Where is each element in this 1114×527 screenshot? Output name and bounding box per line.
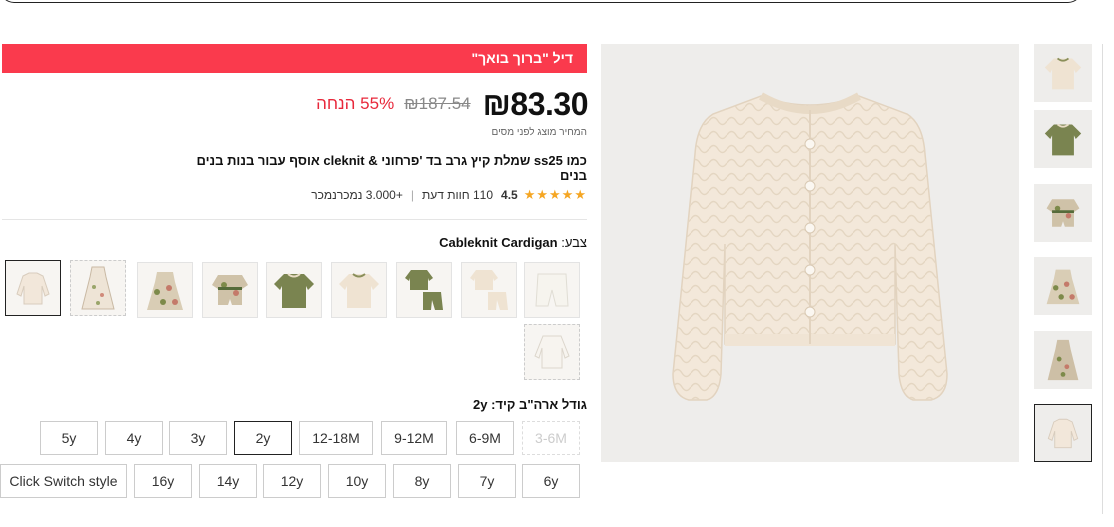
cardigan-icon: [16, 272, 50, 305]
thumb-floral-romper[interactable]: [1034, 184, 1092, 242]
size-option[interactable]: 4y: [105, 421, 163, 455]
romper-icon: [1046, 199, 1080, 227]
size-option[interactable]: 3-6M: [522, 421, 580, 455]
thumb-cardigan[interactable]: [1034, 404, 1092, 462]
divider-line: [2, 219, 587, 220]
top-icon: [274, 273, 314, 308]
thumb-cream-top[interactable]: [1034, 44, 1092, 102]
discount-label: 55% הנחה: [316, 94, 395, 113]
size-option[interactable]: 5y: [40, 421, 98, 455]
current-price: ₪83.30: [482, 85, 589, 122]
shorts-icon: [535, 273, 569, 307]
star-rating-icon: ★★★★★: [523, 187, 587, 202]
floral-dress-icon: [147, 272, 183, 310]
size-option[interactable]: 12y: [263, 464, 321, 498]
swatch-cream-set[interactable]: [461, 262, 517, 318]
header-search-bar: [0, 0, 1082, 3]
swatch-cream-top[interactable]: [331, 262, 387, 318]
romper-icon: [212, 275, 248, 305]
swatch-olive-top[interactable]: [266, 262, 322, 318]
swatch-cardigan[interactable]: [5, 260, 61, 316]
review-count[interactable]: 110 חוות דעת: [422, 188, 493, 202]
rating-score: 4.5: [501, 188, 518, 202]
swatch-cream-cardigan[interactable]: [524, 324, 580, 380]
top-icon: [339, 273, 379, 308]
color-value: Cableknit Cardigan: [439, 235, 558, 250]
top-icon: [1044, 123, 1082, 156]
size-option[interactable]: 10y: [328, 464, 386, 498]
color-label: צבע: Cableknit Cardigan: [439, 235, 587, 250]
rating-row[interactable]: ★★★★★ 4.5 110 חוות דעת | +3.000 נמכרנמכר: [311, 186, 587, 204]
floral-dress-icon: [1046, 269, 1080, 305]
size-option[interactable]: 9-12M: [381, 421, 447, 455]
size-option[interactable]: 16y: [134, 464, 192, 498]
swatch-olive-set[interactable]: [396, 262, 452, 318]
divider: |: [410, 188, 414, 202]
size-label: גודל ארה"ב קיד: 2y: [472, 397, 587, 412]
floral-dress-icon: [81, 266, 115, 310]
cardigan-icon: [1047, 418, 1079, 449]
set-icon: [470, 270, 508, 310]
swatch-white-shorts[interactable]: [524, 262, 580, 318]
swatch-floral-romper[interactable]: [202, 262, 258, 318]
thumb-scrollbar[interactable]: [1102, 44, 1103, 514]
switch-style-button[interactable]: Click Switch style: [0, 464, 127, 498]
sold-count: +3.000 נמכרנמכר: [311, 188, 403, 202]
swatch-floral-dress[interactable]: [137, 262, 193, 318]
main-product-image[interactable]: [601, 44, 1019, 462]
price-row: ₪83.30 ₪187.54 55% הנחה: [0, 84, 588, 124]
size-option[interactable]: 6-9M: [456, 421, 514, 455]
floral-dress-icon: [1047, 339, 1079, 381]
size-option[interactable]: 8y: [393, 464, 451, 498]
size-option[interactable]: 7y: [458, 464, 516, 498]
product-title: כמו ss25 שמלת קיץ גרב בד 'פרחוני & clekn…: [196, 153, 587, 183]
size-option[interactable]: 6y: [522, 464, 580, 498]
size-option[interactable]: 3y: [169, 421, 227, 455]
size-option[interactable]: 12-18M: [299, 421, 373, 455]
thumb-floral-long-dress[interactable]: [1034, 331, 1092, 389]
original-price: ₪187.54: [404, 94, 471, 113]
swatch-floral-long-dress[interactable]: [70, 260, 126, 316]
tax-note: המחיר מוצג לפני מסים: [491, 127, 587, 138]
size-option[interactable]: 14y: [199, 464, 257, 498]
size-option-selected[interactable]: 2y: [234, 421, 292, 455]
cardigan-image: [672, 92, 948, 401]
set-icon: [405, 270, 443, 310]
cardigan-icon: [534, 335, 570, 369]
thumb-olive-top[interactable]: [1034, 110, 1092, 168]
color-label-text: צבע:: [561, 235, 587, 250]
deal-banner: דיל "ברוך בואך": [2, 44, 587, 73]
thumb-floral-dress[interactable]: [1034, 257, 1092, 315]
top-icon: [1044, 57, 1082, 90]
